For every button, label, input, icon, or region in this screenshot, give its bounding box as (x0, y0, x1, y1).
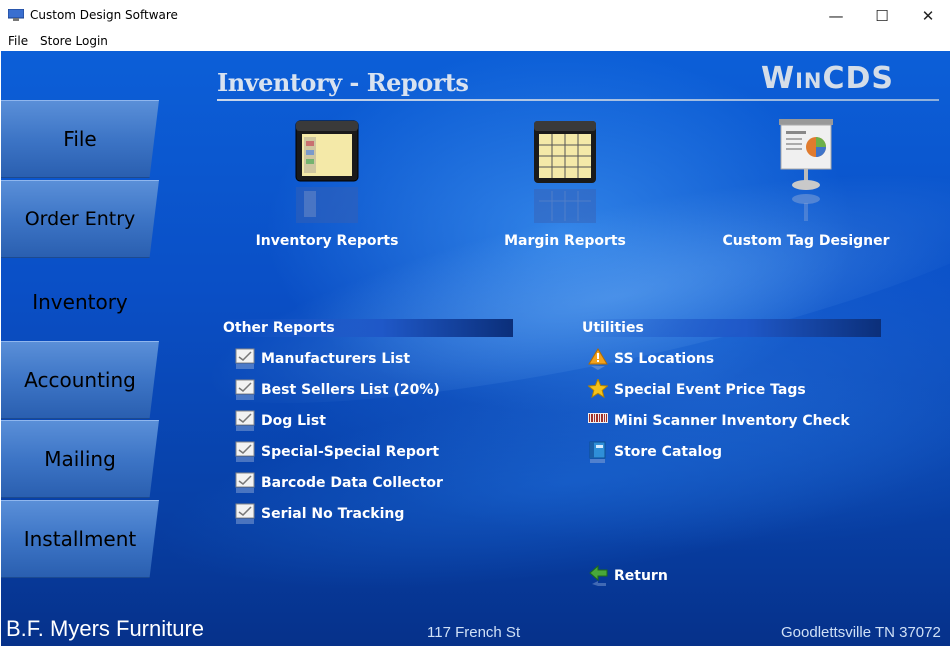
minimize-icon: — (828, 6, 844, 25)
title-underline (217, 99, 939, 101)
close-icon: ✕ (921, 6, 935, 25)
spreadsheet-icon (534, 121, 596, 223)
store-catalog-label: Store Catalog (614, 444, 722, 460)
mini-scanner-inventory-check-label: Mini Scanner Inventory Check (614, 413, 850, 429)
other-reports-title: Other Reports (223, 320, 335, 336)
custom-tag-designer-button[interactable]: Custom Tag Designer (706, 117, 906, 257)
tab-file-label: File (63, 127, 97, 151)
tab-accounting[interactable]: Accounting (1, 341, 159, 419)
store-name: B.F. Myers Furniture (6, 616, 205, 641)
tab-accounting-label: Accounting (24, 368, 136, 392)
window-list-icon (295, 120, 359, 223)
dog-list-link[interactable]: Dog List (235, 410, 326, 432)
book-icon (589, 441, 606, 463)
return-link[interactable]: Return (588, 565, 668, 587)
custom-tag-designer-label: Custom Tag Designer (722, 233, 890, 249)
other-reports-header: Other Reports (221, 319, 513, 337)
menu-bar: File Store Login (0, 31, 951, 51)
menu-store-login[interactable]: Store Login (40, 34, 108, 48)
brand-logo: WinCDS (761, 61, 895, 96)
ss-locations-link[interactable]: SS Locations (588, 348, 714, 370)
maximize-button[interactable]: ☐ (859, 0, 905, 31)
tab-installment-label: Installment (23, 527, 137, 551)
margin-reports-button[interactable]: Margin Reports (465, 117, 665, 257)
inventory-reports-label: Inventory Reports (255, 233, 399, 249)
document-check-icon (235, 441, 255, 462)
document-check-icon (235, 348, 255, 369)
app-icon (8, 9, 24, 21)
document-check-icon (235, 472, 255, 493)
special-special-report-link[interactable]: Special-Special Report (235, 441, 439, 463)
best-sellers-list-link[interactable]: Best Sellers List (20%) (235, 379, 440, 401)
tab-mailing-label: Mailing (44, 447, 116, 471)
ss-locations-label: SS Locations (614, 351, 715, 367)
serial-no-tracking-label: Serial No Tracking (261, 506, 405, 522)
warning-icon (588, 348, 608, 370)
utilities-title: Utilities (582, 320, 644, 336)
return-label: Return (614, 568, 668, 584)
presentation-chart-icon (779, 119, 833, 221)
special-event-price-tags-link[interactable]: Special Event Price Tags (588, 379, 806, 401)
page-title: Inventory - Reports (217, 68, 469, 97)
document-check-icon (235, 379, 255, 400)
store-catalog-link[interactable]: Store Catalog (588, 441, 722, 463)
best-sellers-list-label: Best Sellers List (20%) (261, 382, 440, 398)
tab-inventory[interactable]: Inventory (1, 263, 159, 341)
utilities-header: Utilities (580, 319, 881, 337)
margin-reports-label: Margin Reports (504, 233, 626, 249)
maximize-icon: ☐ (875, 6, 889, 25)
star-icon (588, 379, 608, 399)
tab-order-entry-label: Order Entry (24, 208, 136, 230)
back-arrow-icon (589, 565, 608, 586)
barcode-data-collector-label: Barcode Data Collector (261, 475, 443, 491)
barcode-data-collector-link[interactable]: Barcode Data Collector (235, 472, 443, 494)
title-bar: Custom Design Software — ☐ ✕ (0, 0, 951, 31)
menu-file[interactable]: File (8, 34, 28, 48)
tab-mailing[interactable]: Mailing (1, 420, 159, 498)
tab-installment[interactable]: Installment (1, 500, 159, 578)
inventory-reports-button[interactable]: Inventory Reports (227, 117, 427, 257)
minimize-button[interactable]: — (813, 0, 859, 31)
dog-list-label: Dog List (261, 413, 326, 429)
mini-scanner-inventory-check-link[interactable]: Mini Scanner Inventory Check (588, 410, 850, 432)
tab-order-entry[interactable]: Order Entry (1, 180, 159, 258)
store-city: Goodlettsville TN 37072 (781, 624, 941, 641)
special-event-price-tags-label: Special Event Price Tags (614, 382, 806, 398)
window-title: Custom Design Software (30, 8, 178, 22)
manufacturers-list-link[interactable]: Manufacturers List (235, 348, 410, 370)
special-special-report-label: Special-Special Report (261, 444, 440, 460)
document-check-icon (235, 410, 255, 431)
tab-file[interactable]: File (1, 100, 159, 178)
close-button[interactable]: ✕ (905, 0, 951, 31)
document-check-icon (235, 503, 255, 524)
manufacturers-list-label: Manufacturers List (261, 351, 411, 367)
store-address: 117 French St (427, 624, 521, 641)
barcode-icon (588, 413, 608, 423)
serial-no-tracking-link[interactable]: Serial No Tracking (235, 503, 404, 525)
main-panel: File Order Entry Inventory Accounting Ma… (1, 51, 950, 646)
tab-inventory-label: Inventory (32, 290, 128, 314)
